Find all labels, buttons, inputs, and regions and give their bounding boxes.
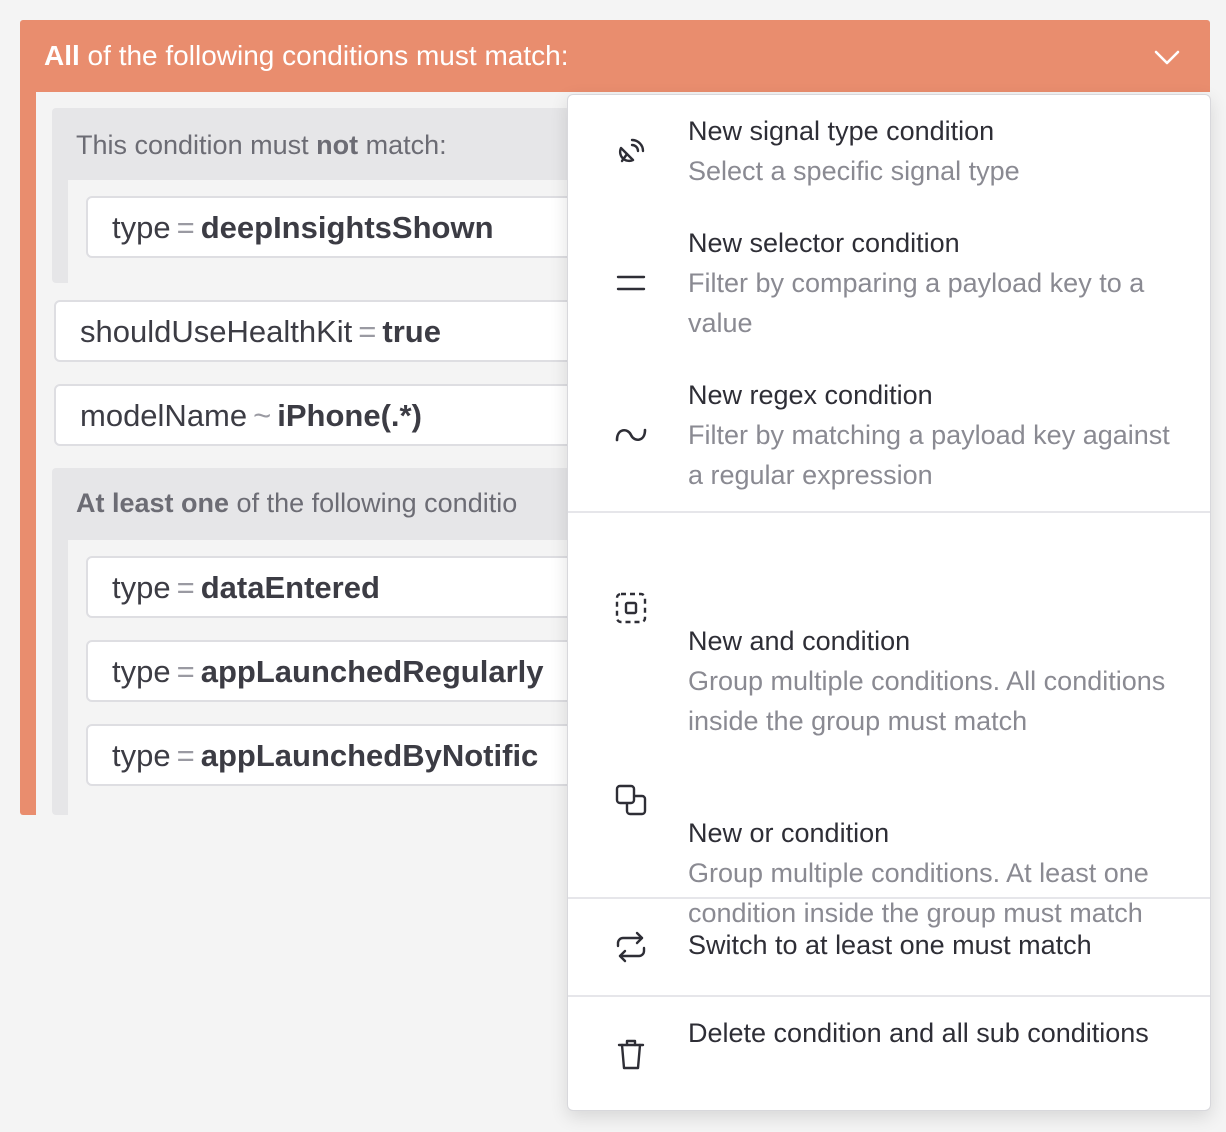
or-group-title-rest: of the following conditio: [229, 488, 518, 518]
menu-item-title: New signal type condition: [688, 116, 995, 146]
menu-item-title: New and condition: [688, 626, 911, 656]
menu-item-description: Select a specific signal type: [688, 156, 1020, 186]
condition-operator: =: [176, 654, 195, 689]
menu-item-new-and[interactable]: New and condition Group multiple conditi…: [568, 513, 1210, 736]
overlapping-squares-icon: [615, 784, 647, 816]
condition-text: type = deepInsightsShown: [112, 210, 494, 246]
condition-text: type = dataEntered: [112, 570, 380, 606]
menu-item-description: Filter by comparing a payload key to a v…: [688, 268, 1145, 338]
menu-item-switch-mode[interactable]: Switch to at least one must match: [568, 899, 1210, 995]
condition-key: type: [112, 570, 171, 605]
condition-value: appLaunchedRegularly: [200, 654, 544, 689]
condition-operator: =: [176, 210, 195, 245]
condition-value: appLaunchedByNotific: [200, 738, 539, 773]
or-group-title-bold: At least one: [76, 488, 230, 518]
menu-item-new-regex[interactable]: New regex condition Filter by matching a…: [568, 359, 1210, 511]
equals-icon: [616, 275, 646, 291]
condition-value: deepInsightsShown: [200, 210, 494, 245]
menu-item-description: Filter by matching a payload key against…: [688, 420, 1170, 490]
group-title-bold: All: [44, 40, 80, 71]
switch-arrows-icon: [616, 931, 646, 963]
condition-text: modelName ~ iPhone(.*): [80, 398, 422, 434]
satellite-dish-icon: [618, 138, 645, 163]
condition-value: dataEntered: [200, 570, 380, 605]
condition-operator: ~: [253, 398, 272, 433]
not-group-title-pre: This condition must: [76, 130, 317, 160]
condition-key: type: [112, 654, 171, 689]
condition-menu: New signal type condition Select a speci…: [567, 94, 1211, 1111]
condition-value: true: [382, 314, 441, 349]
menu-item-new-or[interactable]: New or condition Group multiple conditio…: [568, 705, 1210, 928]
menu-item-title: Switch to at least one must match: [688, 930, 1092, 960]
condition-operator: =: [176, 738, 195, 773]
menu-item-title: New regex condition: [688, 380, 933, 410]
menu-item-title: New or condition: [688, 818, 890, 848]
group-title-rest: of the following conditions must match:: [79, 40, 569, 71]
menu-item-delete[interactable]: Delete condition and all sub conditions: [568, 997, 1210, 1109]
condition-key: type: [112, 210, 171, 245]
not-group-title-bold: not: [316, 130, 359, 160]
condition-operator: =: [176, 570, 195, 605]
condition-text: type = appLaunchedRegularly: [112, 654, 544, 690]
condition-text: type = appLaunchedByNotific: [112, 738, 538, 774]
menu-item-new-signal-type[interactable]: New signal type condition Select a speci…: [568, 95, 1210, 207]
condition-key: shouldUseHealthKit: [80, 314, 353, 349]
condition-key: type: [112, 738, 171, 773]
menu-item-new-selector[interactable]: New selector condition Filter by compari…: [568, 207, 1210, 359]
not-group-title[interactable]: This condition must not match:: [76, 130, 447, 161]
trash-icon: [617, 1039, 645, 1070]
menu-item-title: Delete condition and all sub conditions: [688, 1018, 1149, 1048]
not-group-title-post: match:: [358, 130, 447, 160]
tilde-icon: [615, 428, 647, 442]
chevron-down-icon[interactable]: [1152, 42, 1182, 72]
condition-text: shouldUseHealthKit = true: [80, 314, 441, 350]
condition-value: iPhone(.*): [277, 398, 422, 433]
dashed-group-icon: [615, 592, 647, 624]
condition-operator: =: [358, 314, 377, 349]
condition-key: modelName: [80, 398, 248, 433]
group-header[interactable]: All of the following conditions must mat…: [20, 20, 1210, 92]
or-group-title[interactable]: At least one of the following conditio: [76, 488, 517, 519]
menu-item-title: New selector condition: [688, 228, 960, 258]
group-title: All of the following conditions must mat…: [44, 40, 568, 72]
